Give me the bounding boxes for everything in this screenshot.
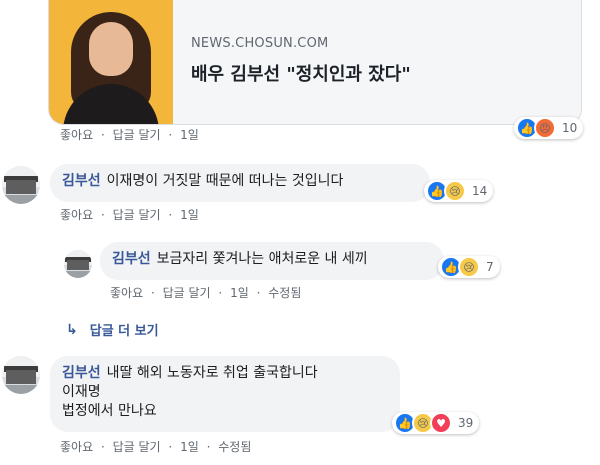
reaction-summary[interactable]: 👍 😢 7 bbox=[438, 256, 500, 278]
view-more-replies[interactable]: ↳ 답글 더 보기 bbox=[66, 320, 159, 340]
comment-text: 보금자리 쫓겨나는 애처로운 내 세끼 bbox=[156, 251, 368, 267]
angry-icon: 😠 bbox=[534, 117, 556, 139]
love-icon: ♥ bbox=[430, 412, 452, 434]
comment-author[interactable]: 김부선 bbox=[62, 365, 101, 381]
thumbnail-face bbox=[89, 22, 133, 76]
reaction-summary[interactable]: 👍 😢 ♥ 39 bbox=[392, 412, 480, 434]
avatar-house bbox=[6, 180, 36, 194]
sad-icon: 😢 bbox=[444, 180, 466, 202]
reply-bubble: 김부선 보금자리 쫓겨나는 애처로운 내 세끼 bbox=[100, 242, 444, 280]
edited-label[interactable]: 수정됨 bbox=[218, 440, 251, 454]
comment-bubble: 김부선 이재명이 거짓말 때문에 떠나는 것입니다 bbox=[50, 164, 430, 202]
like-link[interactable]: 좋아요 bbox=[110, 286, 143, 300]
comment-text-line3: 법정에서 만나요 bbox=[62, 403, 157, 419]
separator: · bbox=[168, 128, 173, 142]
like-link[interactable]: 좋아요 bbox=[60, 440, 93, 454]
reaction-summary[interactable]: 👍 😠 10 bbox=[514, 117, 584, 139]
separator: · bbox=[150, 286, 155, 300]
avatar-ground bbox=[2, 195, 40, 204]
comment-text-line1: 내딸 해외 노동자로 취업 출국합니다 bbox=[106, 365, 318, 381]
link-preview-card[interactable]: NEWS.CHOSUN.COM 배우 김부선 "정치인과 잤다" bbox=[48, 0, 582, 125]
timestamp[interactable]: 1일 bbox=[180, 128, 199, 142]
reply-link[interactable]: 답글 달기 bbox=[113, 128, 161, 142]
reaction-count: 7 bbox=[486, 260, 494, 274]
comment-text-line2: 이재명 bbox=[62, 384, 101, 400]
like-link[interactable]: 좋아요 bbox=[60, 128, 93, 142]
avatar[interactable] bbox=[2, 166, 40, 204]
reply-link[interactable]: 답글 달기 bbox=[163, 286, 211, 300]
preview-thumbnail[interactable] bbox=[49, 0, 173, 124]
reply-link[interactable]: 답글 달기 bbox=[113, 440, 161, 454]
comment-author[interactable]: 김부선 bbox=[112, 251, 151, 267]
separator: · bbox=[168, 208, 173, 222]
avatar[interactable] bbox=[64, 250, 92, 278]
edited-label[interactable]: 수정됨 bbox=[268, 286, 301, 300]
comment-bubble: 김부선 내딸 해외 노동자로 취업 출국합니다 이재명 법정에서 만나요 bbox=[50, 356, 400, 432]
timestamp[interactable]: 1일 bbox=[180, 208, 199, 222]
timestamp[interactable]: 1일 bbox=[230, 286, 249, 300]
comment-actions: 좋아요 · 답글 달기 · 1일 bbox=[60, 206, 199, 223]
comment-actions: 좋아요 · 답글 달기 · 1일 · 수정됨 bbox=[110, 284, 301, 301]
separator: · bbox=[206, 440, 211, 454]
separator: · bbox=[168, 440, 173, 454]
separator: · bbox=[218, 286, 223, 300]
avatar-ground bbox=[2, 385, 40, 394]
timestamp[interactable]: 1일 bbox=[180, 440, 199, 454]
reply-arrow-icon: ↳ bbox=[66, 321, 78, 338]
reply-link[interactable]: 답글 달기 bbox=[113, 208, 161, 222]
reaction-summary[interactable]: 👍 😢 14 bbox=[424, 180, 494, 202]
like-link[interactable]: 좋아요 bbox=[60, 208, 93, 222]
post-actions: 좋아요 · 답글 달기 · 1일 bbox=[60, 126, 199, 143]
comment-text: 이재명이 거짓말 때문에 떠나는 것입니다 bbox=[106, 173, 344, 189]
comment-author[interactable]: 김부선 bbox=[62, 173, 101, 189]
preview-title[interactable]: 배우 김부선 "정치인과 잤다" bbox=[191, 60, 411, 86]
avatar[interactable] bbox=[2, 356, 40, 394]
separator: · bbox=[100, 208, 105, 222]
separator: · bbox=[100, 440, 105, 454]
avatar-house bbox=[67, 260, 89, 270]
avatar-ground bbox=[64, 271, 92, 278]
comment-actions: 좋아요 · 답글 달기 · 1일 · 수정됨 bbox=[60, 438, 251, 455]
avatar-house bbox=[6, 370, 36, 384]
reaction-count: 14 bbox=[472, 184, 488, 198]
reaction-count: 10 bbox=[562, 121, 578, 135]
view-more-replies-label[interactable]: 답글 더 보기 bbox=[90, 320, 159, 339]
separator: · bbox=[256, 286, 261, 300]
sad-icon: 😢 bbox=[458, 256, 480, 278]
separator: · bbox=[100, 128, 105, 142]
preview-domain: NEWS.CHOSUN.COM bbox=[191, 36, 329, 51]
reaction-count: 39 bbox=[458, 416, 474, 430]
